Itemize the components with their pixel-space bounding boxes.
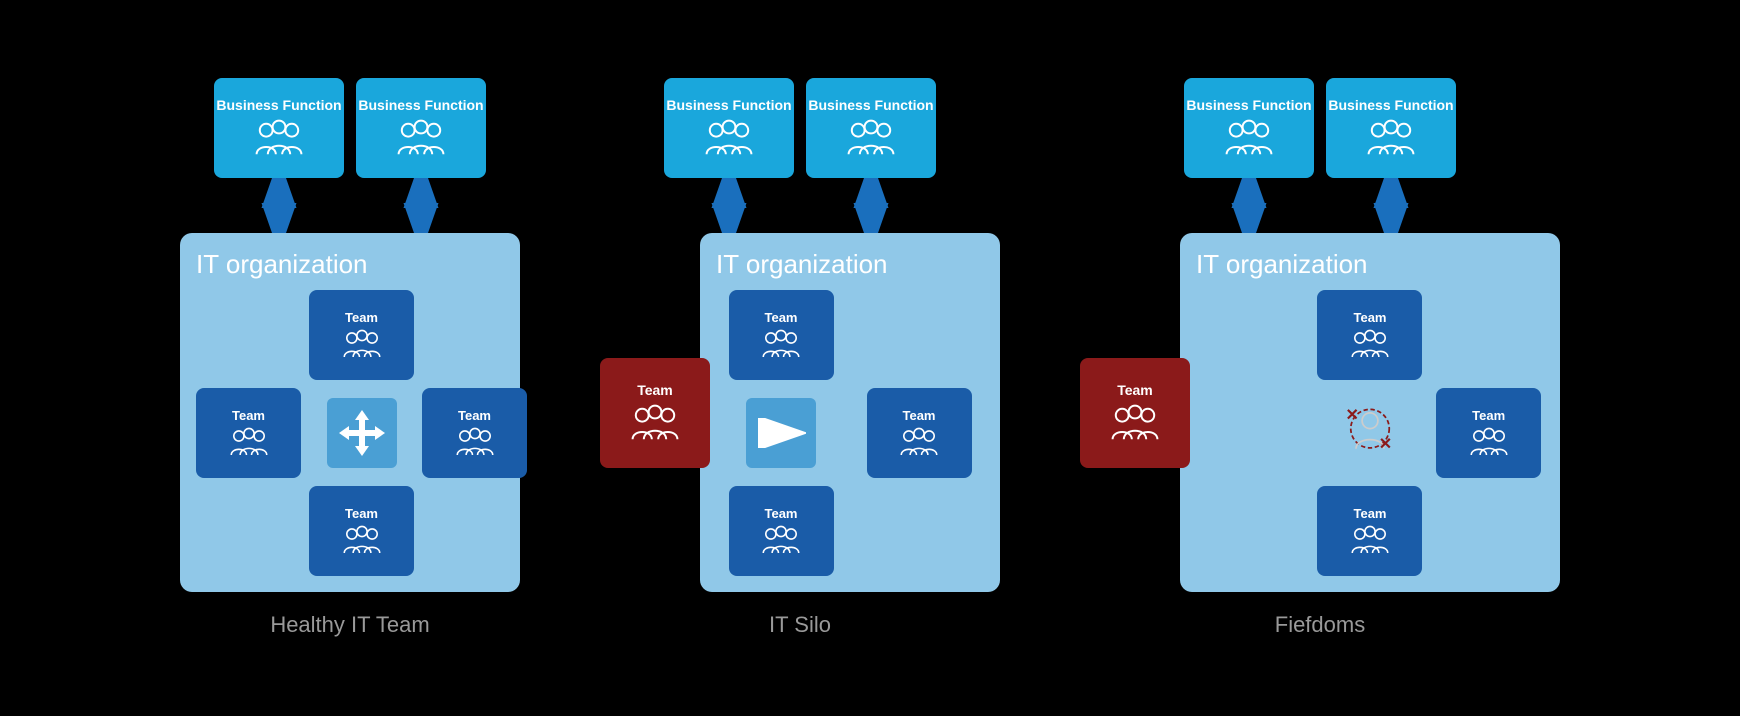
vertical-arrow-4	[851, 178, 891, 233]
teams-grid-2: Team	[716, 290, 984, 576]
silo-team-right-label: Team	[903, 408, 936, 423]
silo-team-top: Team	[729, 290, 834, 380]
bf-label-3: Business Function	[666, 97, 791, 113]
silo-team-bottom-label: Team	[765, 506, 798, 521]
arrow-col-5	[1184, 178, 1314, 233]
people-icon-f-top	[1351, 329, 1389, 361]
people-icon-2	[397, 119, 445, 159]
bf-box-1: Business Function	[214, 78, 344, 178]
fiefdom-center-icon: ✕ ✕	[1335, 398, 1405, 468]
external-team-label: Team	[637, 382, 673, 398]
bf-label-5: Business Function	[1186, 97, 1311, 113]
external-team-fiefdoms: Team	[1080, 358, 1190, 468]
people-icon-f-bottom	[1351, 525, 1389, 557]
silo-team-right: Team	[867, 388, 972, 478]
people-icon-team-left	[230, 427, 268, 459]
it-org-title-2: IT organization	[716, 249, 984, 280]
people-icon-5	[1225, 119, 1273, 159]
it-org-3: IT organization Team	[1180, 233, 1560, 592]
f-team-right-label: Team	[1472, 408, 1505, 423]
people-icon-f-right	[1470, 427, 1508, 459]
arrows-down-1	[214, 178, 486, 233]
team-top-label: Team	[345, 310, 378, 325]
people-icon-6	[1367, 119, 1415, 159]
bf-row-2: Business Function Business Function	[664, 78, 936, 178]
teams-grid-1: Team Team	[196, 290, 504, 576]
it-org-2: IT organization Team	[700, 233, 1000, 592]
bf-box-5: Business Function	[1184, 78, 1314, 178]
bf-box-2: Business Function	[356, 78, 486, 178]
fiefdom-cross-svg: ✕ ✕	[1335, 393, 1405, 473]
external-team-fiefdoms-label: Team	[1117, 382, 1153, 398]
vertical-arrow-5	[1229, 178, 1269, 233]
f-team-right: Team	[1436, 388, 1541, 478]
vertical-arrow-2	[401, 178, 441, 233]
arrows-down-3	[1184, 178, 1456, 233]
svg-text:✕: ✕	[1379, 436, 1392, 453]
silo-team-top-label: Team	[765, 310, 798, 325]
team-right-label: Team	[458, 408, 491, 423]
bf-label-4: Business Function	[808, 97, 933, 113]
people-icon-4	[847, 119, 895, 159]
vertical-arrow-3	[709, 178, 749, 233]
f-team-top: Team	[1317, 290, 1422, 380]
it-org-1: IT organization Team	[180, 233, 520, 592]
silo-row: Team IT organization Team	[600, 233, 1000, 592]
f-team-bottom: Team	[1317, 486, 1422, 576]
arrow-col-6	[1326, 178, 1456, 233]
it-org-title-3: IT organization	[1196, 249, 1544, 280]
people-icon-1	[255, 119, 303, 159]
people-icon-ext-f	[1111, 404, 1159, 444]
bf-box-4: Business Function	[806, 78, 936, 178]
healthy-label: Healthy IT Team	[270, 612, 429, 638]
team-bottom: Team	[309, 486, 414, 576]
people-icon-ext	[631, 404, 679, 444]
move-icon	[337, 408, 387, 458]
arrow-col-2	[356, 178, 486, 233]
team-left-label: Team	[232, 408, 265, 423]
right-arrow-icon	[756, 418, 806, 448]
arrow-col-4	[806, 178, 936, 233]
main-container: Business Function Business Function	[0, 58, 1740, 658]
bf-label-1: Business Function	[216, 97, 341, 113]
external-team-silo: Team	[600, 358, 710, 468]
it-org-title-1: IT organization	[196, 249, 504, 280]
fiefdoms-row: Team IT organization Te	[1080, 233, 1560, 592]
people-icon-team-top	[343, 329, 381, 361]
bf-box-3: Business Function	[664, 78, 794, 178]
arrow-col-1	[214, 178, 344, 233]
silo-team-bottom: Team	[729, 486, 834, 576]
svg-text:✕: ✕	[1345, 407, 1358, 424]
people-icon-team-right	[456, 427, 494, 459]
people-icon-team-bottom	[343, 525, 381, 557]
people-icon-3	[705, 119, 753, 159]
fiefdoms-label: Fiefdoms	[1275, 612, 1365, 638]
move-arrows-center	[327, 398, 397, 468]
f-team-top-label: Team	[1353, 310, 1386, 325]
silo-arrow-right	[746, 398, 816, 468]
vertical-arrow-1	[259, 178, 299, 233]
healthy-it-team-section: Business Function Business Function	[180, 78, 520, 638]
bf-box-6: Business Function	[1326, 78, 1456, 178]
bf-row-1: Business Function Business Function	[214, 78, 486, 178]
team-right: Team	[422, 388, 527, 478]
f-team-bottom-label: Team	[1353, 506, 1386, 521]
team-top: Team	[309, 290, 414, 380]
teams-grid-3: Team	[1196, 290, 1544, 576]
vertical-arrow-6	[1371, 178, 1411, 233]
it-silo-section: Business Function Business Function	[600, 78, 1000, 638]
team-bottom-label: Team	[345, 506, 378, 521]
bf-label-2: Business Function	[358, 97, 483, 113]
fiefdoms-section: Business Function Business Function	[1080, 78, 1560, 638]
people-icon-silo-top	[762, 329, 800, 361]
people-icon-silo-bottom	[762, 525, 800, 557]
silo-label: IT Silo	[769, 612, 831, 638]
bf-label-6: Business Function	[1328, 97, 1453, 113]
arrow-col-3	[664, 178, 794, 233]
team-left: Team	[196, 388, 301, 478]
people-icon-silo-right	[900, 427, 938, 459]
bf-row-3: Business Function Business Function	[1184, 78, 1456, 178]
arrows-down-2	[664, 178, 936, 233]
